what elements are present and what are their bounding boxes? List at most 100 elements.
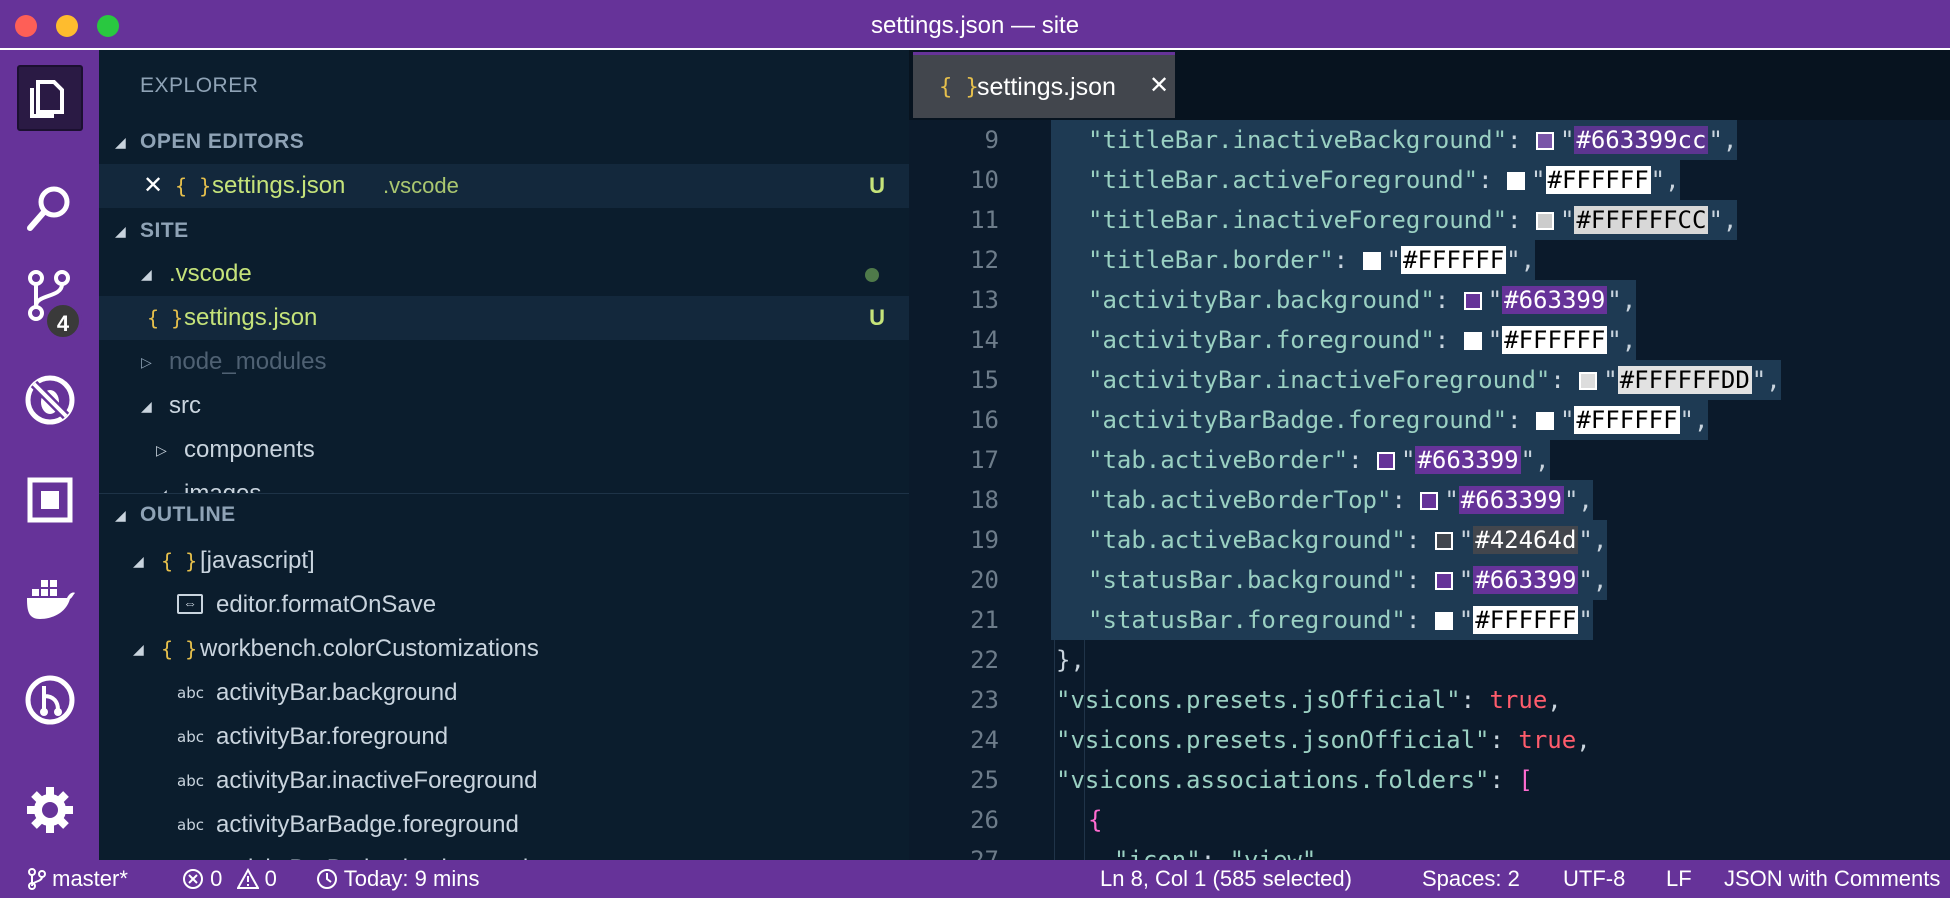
code-line[interactable]: "activityBar.background": "#663399",	[1051, 280, 1637, 320]
git-graph-icon[interactable]	[20, 670, 80, 730]
branch-indicator[interactable]: master*	[28, 866, 128, 892]
color-swatch[interactable]	[1420, 492, 1439, 510]
code-line[interactable]: "titleBar.activeForeground": "#FFFFFF",	[1051, 160, 1680, 200]
json-quote: ",	[1650, 166, 1680, 194]
code-line[interactable]: "statusBar.background": "#663399",	[1051, 560, 1608, 600]
json-quote: ",	[1563, 486, 1593, 514]
line-number: 19	[970, 526, 999, 554]
json-quote: ",	[1506, 246, 1536, 274]
outline-item[interactable]: abc activityBar.foreground	[99, 715, 909, 759]
tree-item-src[interactable]: ◢ src	[99, 384, 909, 428]
color-swatch[interactable]	[1535, 412, 1554, 430]
code-line[interactable]: "tab.activeBorderTop": "#663399",	[1051, 480, 1593, 520]
string-icon: abc	[177, 684, 204, 702]
code-line[interactable]: "vsicons.associations.folders": [	[1051, 760, 1533, 800]
tree-item-settings-json[interactable]: { } settings.json U	[99, 296, 909, 340]
json-colon: :	[1434, 286, 1464, 314]
tree-item-components[interactable]: ▷ components	[99, 428, 909, 472]
color-swatch[interactable]	[1362, 252, 1381, 270]
tree-item-images[interactable]: ◢ images	[99, 472, 909, 494]
outline-item-format-on-save[interactable]: ⇔ editor.formatOnSave	[99, 583, 909, 627]
code-line[interactable]: "titleBar.inactiveForeground": "#FFFFFFC…	[1051, 200, 1738, 240]
color-swatch[interactable]	[1377, 452, 1395, 470]
json-quote: ",	[1607, 326, 1637, 354]
tree-item-node-modules[interactable]: ▷ node_modules	[99, 340, 909, 384]
indentation[interactable]: Spaces: 2	[1422, 866, 1520, 892]
debug-icon[interactable]	[20, 370, 80, 430]
json-key: "tab.activeBorderTop"	[1088, 486, 1392, 514]
code-line[interactable]: "vsicons.presets.jsonOfficial": true,	[1051, 720, 1591, 760]
code-line[interactable]: "activityBar.inactiveForeground": "#FFFF…	[1051, 360, 1781, 400]
color-swatch[interactable]	[1463, 332, 1482, 350]
json-colon: :	[1405, 526, 1435, 554]
outline-item-color-customizations[interactable]: ◢ { } workbench.colorCustomizations	[99, 627, 909, 671]
string-icon: abc	[177, 772, 204, 790]
cursor-position[interactable]: Ln 8, Col 1 (585 selected)	[1100, 866, 1352, 892]
tab-settings-json[interactable]: { } settings.json ✕	[913, 52, 1175, 118]
color-swatch[interactable]	[1535, 132, 1554, 150]
outline-item[interactable]: abc activityBarBadge.background	[99, 847, 909, 860]
code-line[interactable]: "activityBar.foreground": "#FFFFFF",	[1051, 320, 1637, 360]
json-colon: :	[1333, 246, 1363, 274]
json-quote: ",	[1751, 366, 1781, 394]
line-number: 11	[970, 206, 999, 234]
open-editor-folder: .vscode	[383, 173, 459, 198]
encoding[interactable]: UTF-8	[1563, 866, 1625, 892]
close-icon[interactable]: ✕	[143, 164, 163, 208]
outline-header[interactable]: ◢ OUTLINE	[99, 494, 909, 536]
json-key: "vsicons.presets.jsOfficial"	[1056, 686, 1461, 714]
code-line[interactable]: "tab.activeBackground": "#42464d",	[1051, 520, 1608, 560]
extensions-icon[interactable]	[20, 470, 80, 530]
line-number: 27	[970, 846, 999, 860]
outline-item-javascript[interactable]: ◢ { } [javascript]	[99, 539, 909, 583]
code-line[interactable]: },	[1051, 640, 1085, 680]
line-number: 15	[970, 366, 999, 394]
code-editor[interactable]: 9 "titleBar.inactiveBackground": "#663399…	[909, 120, 1950, 860]
source-control-badge: 4	[44, 302, 82, 340]
code-line[interactable]: "statusBar.foreground": "#FFFFFF"	[1051, 600, 1593, 640]
close-icon[interactable]: ✕	[1149, 71, 1169, 100]
problems-indicator[interactable]: 0 0	[182, 866, 277, 892]
line-ending[interactable]: LF	[1666, 866, 1692, 892]
search-icon[interactable]	[20, 178, 80, 238]
time-tracker[interactable]: Today: 9 mins	[316, 866, 479, 892]
color-swatch[interactable]	[1507, 172, 1526, 190]
color-swatch[interactable]	[1463, 292, 1482, 310]
site-header[interactable]: ◢ SITE	[99, 210, 909, 252]
code-line[interactable]: "activityBarBadge.foreground": "#FFFFFF"…	[1051, 400, 1709, 440]
open-editor-item[interactable]: ✕ { } settings.json .vscode U	[99, 164, 909, 208]
line-number: 10	[970, 166, 999, 194]
language-mode[interactable]: JSON with Comments	[1724, 866, 1950, 892]
files-icon[interactable]	[17, 65, 83, 131]
gear-icon[interactable]	[20, 780, 80, 840]
color-swatch[interactable]	[1434, 612, 1453, 630]
json-file-icon: { }	[939, 75, 979, 100]
sidebar-title: EXPLORER	[140, 74, 259, 97]
outline-item[interactable]: abc activityBar.inactiveForeground	[99, 759, 909, 803]
json-key: "activityBar.foreground"	[1088, 326, 1435, 354]
open-editors-header[interactable]: ◢ OPEN EDITORS	[99, 121, 909, 163]
json-key: "activityBar.inactiveForeground"	[1088, 366, 1551, 394]
json-comma: ,	[1576, 726, 1591, 754]
code-line[interactable]: {	[1051, 800, 1102, 840]
code-line[interactable]: "vsicons.presets.jsOfficial": true,	[1051, 680, 1562, 720]
tree-item-vscode[interactable]: ◢ .vscode	[99, 252, 909, 296]
color-swatch[interactable]	[1434, 572, 1453, 590]
json-key: "vsicons.presets.jsonOfficial"	[1056, 726, 1490, 754]
json-colon: :	[1489, 766, 1519, 794]
outline-item[interactable]: abc activityBarBadge.foreground	[99, 803, 909, 847]
line-number: 13	[970, 286, 999, 314]
code-line[interactable]: "icon": "view"	[1051, 840, 1316, 860]
docker-icon[interactable]	[20, 570, 80, 630]
color-swatch[interactable]	[1434, 532, 1453, 550]
json-quote: "	[1603, 366, 1618, 394]
json-quote: "	[1578, 606, 1593, 634]
json-colon: :	[1550, 366, 1580, 394]
code-line[interactable]: "titleBar.inactiveBackground": "#663399c…	[1051, 120, 1738, 160]
line-number: 22	[970, 646, 999, 674]
outline-item[interactable]: abc activityBar.background	[99, 671, 909, 715]
code-line[interactable]: "titleBar.border": "#FFFFFF",	[1051, 240, 1536, 280]
code-line[interactable]: "tab.activeBorder": "#663399",	[1051, 440, 1550, 480]
color-swatch[interactable]	[1535, 212, 1554, 230]
color-swatch[interactable]	[1579, 372, 1598, 390]
